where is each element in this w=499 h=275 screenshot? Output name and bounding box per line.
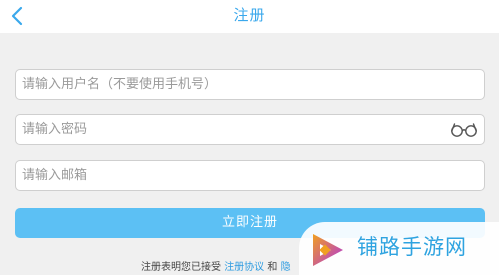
password-input[interactable] [22,115,442,144]
agreement-text: 注册表明您已接受 注册协议 和 隐 [141,262,291,274]
username-field [15,69,485,100]
site-watermark: 铺路手游网 [299,222,499,275]
glasses-icon [451,123,477,137]
privacy-link[interactable]: 隐 [281,262,291,273]
play-arrow-logo [313,234,343,266]
page-title: 注册 [233,6,266,24]
terms-link[interactable]: 注册协议 [224,262,264,273]
navbar: 注册 [0,0,499,33]
username-input[interactable] [22,70,442,99]
email-field [15,160,485,191]
watermark-text: 铺路手游网 [357,235,467,259]
register-page: 注册 立即注册 注册表明您已接受 注册协议 和 隐 [0,0,499,275]
password-visibility-toggle[interactable] [450,121,478,139]
agreement-conjunction: 和 [267,262,278,273]
password-field [15,114,485,145]
email-input[interactable] [22,161,442,190]
agreement-prefix: 注册表明您已接受 [141,262,221,273]
